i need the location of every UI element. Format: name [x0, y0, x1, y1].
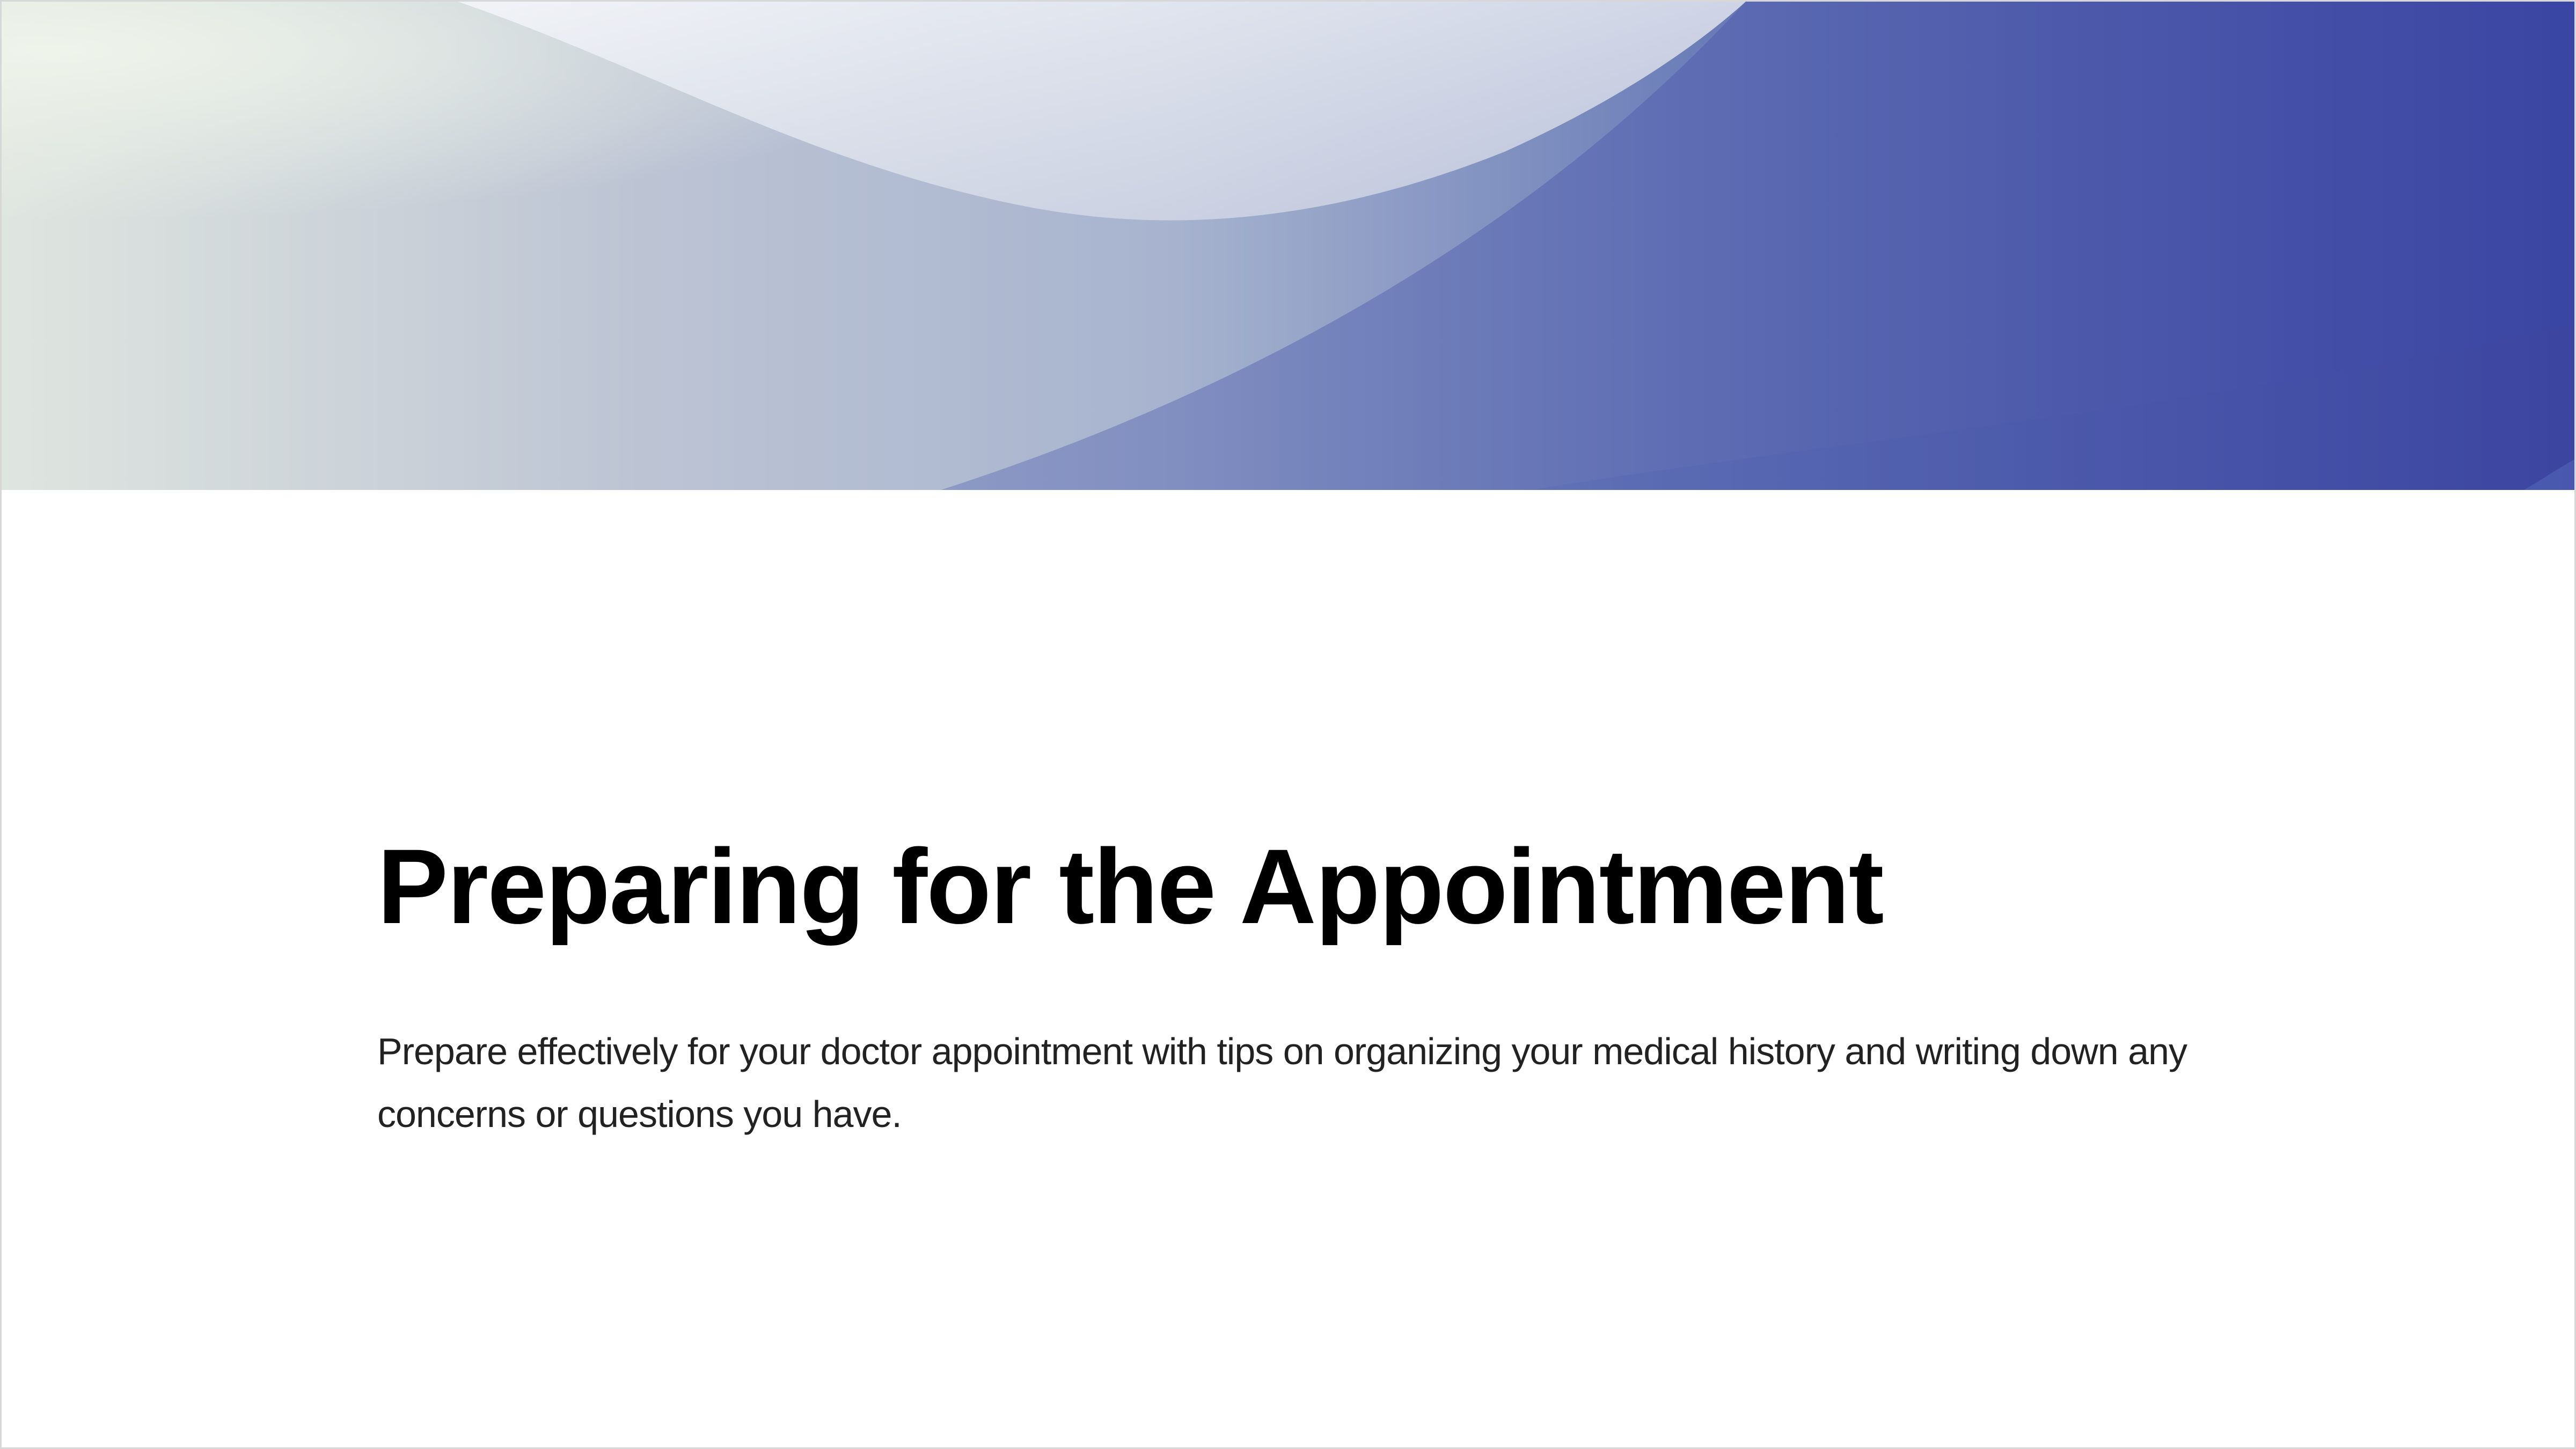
slide-body-text: Prepare effectively for your doctor appo…: [377, 1030, 2187, 1135]
slide-title: Preparing for the Appointment: [377, 827, 1884, 946]
slide: Preparing for the Appointment Prepare ef…: [0, 0, 2576, 1449]
content-block: Preparing for the Appointment Prepare ef…: [377, 828, 2202, 1146]
header-banner-image: [2, 2, 2574, 490]
